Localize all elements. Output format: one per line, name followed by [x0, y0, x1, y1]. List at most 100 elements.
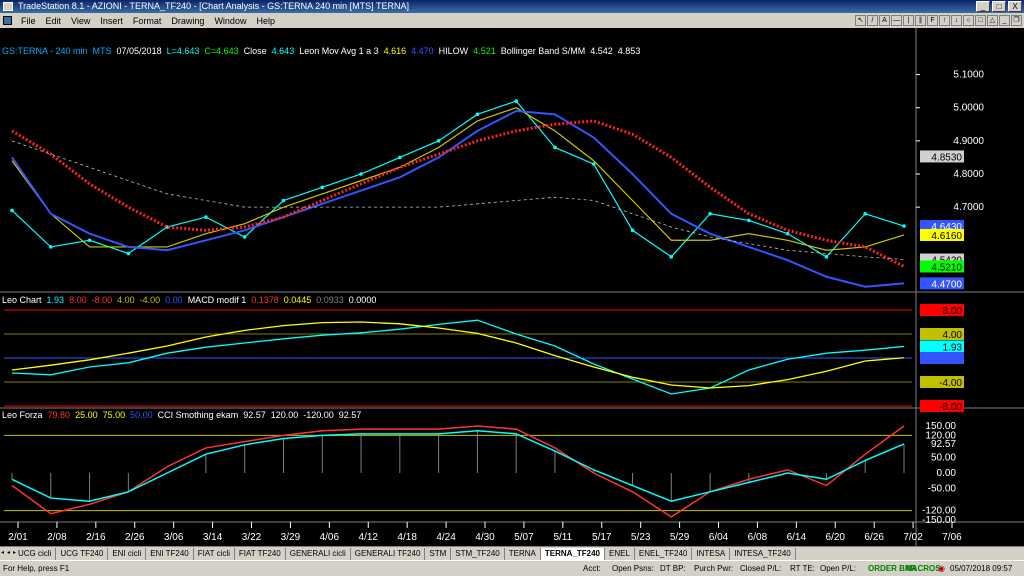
time-tick-label: 6/14	[787, 532, 807, 543]
legend-price-12: Bollinger Band S/MM	[500, 46, 586, 56]
chart-area[interactable]: 5.1000 5.0000 4.9000 4.8000 4.7000 4.8530 4.64…	[0, 28, 1024, 546]
time-tick-label: 6/26	[864, 532, 884, 543]
price-series-0	[11, 100, 905, 258]
horizontal-line-icon[interactable]: —	[891, 15, 902, 26]
tab-ucg-cicli[interactable]: UCG cicli	[14, 547, 57, 560]
window-title: TradeStation 8.1 - AZIONI - TERNA_TF240 …	[18, 1, 409, 11]
tab-stm-tf240[interactable]: STM_TF240	[451, 547, 505, 560]
tab-navigation: ◂ ◂ ▸	[1, 549, 19, 558]
status-acct: Acct:	[583, 561, 601, 576]
price-legend: GS:TERNA - 240 min MTS 07/05/2018 L=4.643 C=…	[2, 46, 645, 56]
cci-legend: Leo Forza 79.80 25.00 75.00 50.00 CCI Smothin…	[2, 410, 366, 420]
chart-svg[interactable]: 5.1000 5.0000 4.9000 4.8000 4.7000 4.8530 4.64…	[0, 28, 1024, 546]
trendline-tool-icon[interactable]: /	[867, 15, 878, 26]
menu-view[interactable]: View	[66, 16, 95, 26]
time-tick-label: 4/12	[359, 532, 379, 543]
tab-fiat-cicli[interactable]: FIAT cicli	[194, 547, 235, 560]
legend-cci-4: 50.00	[130, 410, 153, 420]
legend-macd-4: 4.00	[117, 295, 135, 305]
close-button[interactable]: X	[1008, 1, 1022, 12]
tab-generali-cicli[interactable]: GENERALI cicli	[286, 547, 351, 560]
cci-series-1	[11, 429, 905, 502]
arrow-up-icon[interactable]: ↑	[939, 15, 950, 26]
mdi-restore-button[interactable]: ❐	[1011, 15, 1022, 26]
rectangle-tool-icon[interactable]: □	[975, 15, 986, 26]
price-tick-label: 5.1000	[953, 70, 984, 81]
price-series-3	[11, 119, 905, 268]
tab-ucg-tf240[interactable]: UCG TF240	[56, 547, 109, 560]
price-point	[475, 112, 480, 117]
macros-button[interactable]: MACROS	[905, 561, 941, 576]
status-open-psns: Open Psns:	[612, 561, 654, 576]
time-tick-label: 6/04	[709, 532, 729, 543]
legend-macd-11: 0.0000	[348, 295, 377, 305]
menu-format[interactable]: Format	[128, 16, 167, 26]
legend-cci-3: 75.00	[102, 410, 126, 420]
legend-macd-0: Leo Chart	[2, 295, 42, 305]
tab-generali-tf240[interactable]: GENERALI TF240	[351, 547, 426, 560]
cursor-tool-icon[interactable]: ↖	[855, 15, 866, 26]
time-tick-label: 7/06	[942, 532, 962, 543]
tab-fiat-tf240[interactable]: FIAT TF240	[235, 547, 286, 560]
price-point	[902, 224, 906, 228]
legend-macd-6: 0.00	[165, 295, 183, 305]
time-tick-label: 4/24	[436, 532, 456, 543]
menu-edit[interactable]: Edit	[41, 16, 67, 26]
time-tick-label: 4/06	[320, 532, 340, 543]
time-tick-label: 7/02	[903, 532, 923, 543]
time-tick-label: 5/07	[514, 532, 534, 543]
legend-cci-2: 25.00	[75, 410, 98, 420]
menu-window[interactable]: Window	[209, 16, 251, 26]
time-tick-label: 5/29	[670, 532, 690, 543]
tab-stm[interactable]: STM	[425, 547, 452, 560]
time-tick-label: 2/08	[47, 532, 67, 543]
price-point	[824, 255, 829, 259]
document-icon[interactable]	[3, 16, 12, 25]
tab-terna[interactable]: TERNA	[505, 547, 541, 560]
minimize-button[interactable]: _	[976, 1, 990, 12]
price-point	[242, 235, 247, 239]
status-purch-pwr-label: Purch Pwr:	[694, 564, 734, 573]
tab-terna-tf240[interactable]: TERNA_TF240	[540, 547, 605, 560]
triangle-tool-icon[interactable]: △	[987, 15, 998, 26]
time-tick-label: 4/18	[397, 532, 417, 543]
vertical-line-icon[interactable]: |	[903, 15, 914, 26]
legend-price-3: L=4.643	[166, 46, 200, 56]
text-tool-icon[interactable]: A	[879, 15, 890, 26]
price-point	[708, 211, 712, 216]
channel-tool-icon[interactable]: ∥	[915, 15, 926, 26]
menu-help[interactable]: Help	[251, 16, 280, 26]
legend-cci-1: 79.80	[47, 410, 71, 420]
price-point	[10, 208, 14, 213]
legend-macd-2: 8.00	[69, 295, 87, 305]
tab-intesa-tf240[interactable]: INTESA_TF240	[730, 547, 796, 560]
legend-cci-8: -120.00	[303, 410, 334, 420]
legend-price-9: 4.470	[411, 46, 434, 56]
price-point	[359, 172, 363, 176]
price-point	[320, 185, 325, 190]
tab-enel-tf240[interactable]: ENEL_TF240	[635, 547, 693, 560]
macd-series-1	[11, 321, 905, 389]
fibonacci-tool-icon[interactable]: F	[927, 15, 938, 26]
status-open-psns-label: Open Psns:	[612, 564, 654, 573]
status-bar: For Help, press F1 Acct: Open Psns: DT B…	[0, 560, 1024, 576]
title-bar: TradeStation 8.1 - AZIONI - TERNA_TF240 …	[0, 0, 1024, 13]
arrow-down-icon[interactable]: ↓	[951, 15, 962, 26]
menu-insert[interactable]: Insert	[95, 16, 128, 26]
status-rt-te: RT TE:	[790, 561, 815, 576]
maximize-button[interactable]: □	[992, 1, 1006, 12]
mdi-minimize-button[interactable]: _	[999, 15, 1010, 26]
menu-bar: File Edit View Insert Format Drawing Win…	[0, 13, 1024, 28]
legend-price-0: GS:TERNA - 240 min	[2, 46, 88, 56]
menu-file[interactable]: File	[16, 16, 41, 26]
menu-drawing[interactable]: Drawing	[166, 16, 209, 26]
legend-price-6: 4.643	[271, 46, 295, 56]
macd-badge-label: -8.00	[939, 402, 962, 413]
circle-tool-icon[interactable]: ○	[963, 15, 974, 26]
tab-eni-tf240[interactable]: ENI TF240	[146, 547, 194, 560]
tab-enel[interactable]: ENEL	[605, 547, 635, 560]
tab-intesa[interactable]: INTESA	[692, 547, 731, 560]
tab-eni-cicli[interactable]: ENI cicli	[108, 547, 147, 560]
tab-next-icon[interactable]: ▸	[13, 549, 19, 558]
status-dt-bp: DT BP:	[660, 561, 686, 576]
